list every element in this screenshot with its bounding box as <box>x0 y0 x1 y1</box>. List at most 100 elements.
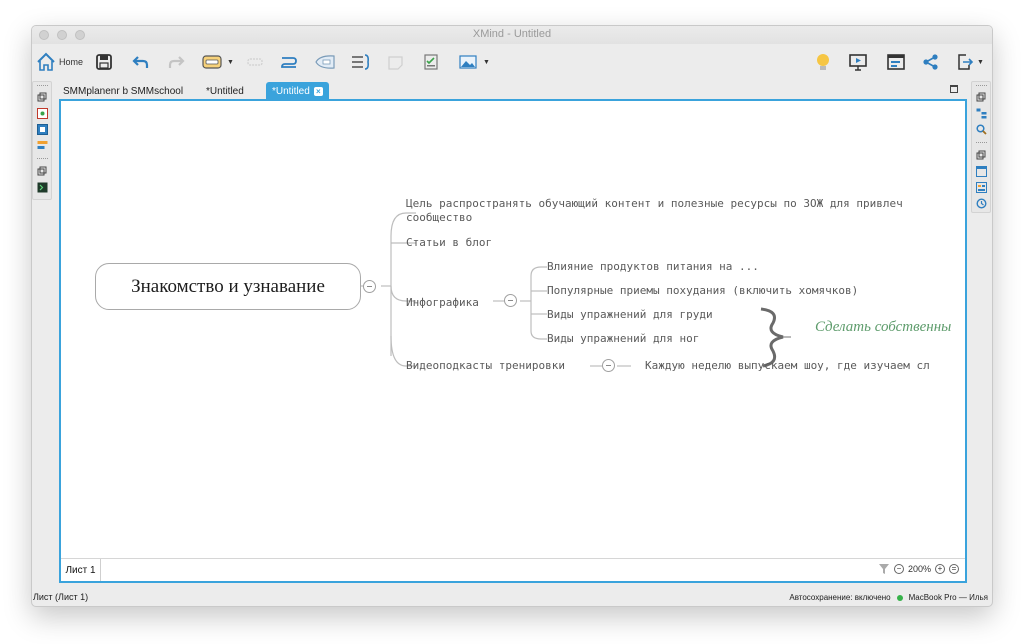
brainstorm-button[interactable] <box>814 50 832 74</box>
console-icon[interactable] <box>37 182 48 193</box>
restore-icon[interactable] <box>37 166 48 177</box>
topic-goal[interactable]: Цель распространять обучающий контент и … <box>406 197 903 211</box>
right-side-panel <box>971 81 991 213</box>
note-icon <box>388 56 403 70</box>
topic-video-detail[interactable]: Каждую неделю выпускаем шоу, где изучаем… <box>645 359 930 373</box>
insert-image-button[interactable]: ▼ <box>458 50 490 74</box>
maximize-editor-button[interactable] <box>950 85 958 93</box>
undo-icon <box>132 56 149 68</box>
relationship-icon <box>281 57 297 68</box>
tab-smmplaner[interactable]: SMMplanenr b SMMschool <box>57 82 189 100</box>
topic-insert-icon <box>202 55 222 69</box>
outline-view-icon[interactable] <box>976 108 987 119</box>
title-bar: XMind - Untitled <box>32 26 992 44</box>
topic-leg-exercises[interactable]: Виды упражнений для ног <box>547 332 699 346</box>
image-icon <box>459 55 477 69</box>
window-title: XMind - Untitled <box>472 28 552 40</box>
restore-icon[interactable] <box>976 92 987 103</box>
sheet-bar: Лист 1 − 200% + = <box>61 558 965 581</box>
summary-topic[interactable]: Сделать собственны <box>815 319 951 336</box>
tab-label: SMMplanenr b SMMschool <box>63 85 184 97</box>
topic-chest-exercises[interactable]: Виды упражнений для груди <box>547 308 713 322</box>
panel-grip[interactable] <box>37 85 48 87</box>
topic-food-influence[interactable]: Влияние продуктов питания на ... <box>547 260 759 274</box>
restore-icon[interactable] <box>37 92 48 103</box>
task-icon <box>424 54 438 70</box>
markers-icon[interactable] <box>37 124 48 135</box>
save-icon <box>96 54 112 70</box>
home-icon <box>37 52 55 71</box>
status-sheet-info: Лист (Лист 1) <box>33 592 89 602</box>
share-icon <box>923 54 938 70</box>
summary-button[interactable] <box>350 50 372 74</box>
zoom-out-icon[interactable]: − <box>893 564 904 574</box>
relationship-button[interactable] <box>279 50 299 74</box>
collapse-toggle[interactable] <box>504 294 517 307</box>
central-topic[interactable]: Знакомство и узнавание <box>95 263 361 310</box>
topic-blog[interactable]: Статьи в блог <box>406 236 492 250</box>
chevron-down-icon: ▼ <box>227 58 234 66</box>
zoom-fit-icon[interactable]: = <box>949 564 959 574</box>
home-button[interactable]: Home <box>36 50 83 74</box>
zoom-controls: − 200% + = <box>878 563 959 575</box>
status-bar: Лист (Лист 1) Автосохранение: включено M… <box>32 588 992 606</box>
chevron-down-icon: ▼ <box>977 58 984 66</box>
tab-untitled-active[interactable]: *Untitled × <box>266 82 329 100</box>
outline-icon <box>887 54 905 70</box>
summary-icon <box>352 54 369 70</box>
topic-video[interactable]: Видеоподкасты тренировки <box>406 359 565 373</box>
main-toolbar: Home ▼ ▼ ▼ <box>32 44 992 80</box>
undo-button[interactable] <box>132 50 150 74</box>
redo-button[interactable] <box>167 50 185 74</box>
home-label: Home <box>59 57 84 67</box>
overview-icon[interactable] <box>37 108 48 119</box>
left-side-panel <box>32 81 52 200</box>
close-tab-icon[interactable]: × <box>313 86 323 96</box>
subtopic-button[interactable] <box>246 50 264 74</box>
revisions-icon[interactable] <box>976 198 987 209</box>
user-device: MacBook Pro — Илья <box>908 593 988 602</box>
tab-label: *Untitled <box>272 85 310 97</box>
subtopic-icon <box>247 58 263 66</box>
task-button[interactable] <box>422 50 440 74</box>
properties-icon[interactable] <box>976 182 987 193</box>
export-icon <box>958 54 974 70</box>
chevron-down-icon: ▼ <box>483 58 490 66</box>
insert-topic-button[interactable]: ▼ <box>202 50 234 74</box>
save-button[interactable] <box>95 50 113 74</box>
search-icon[interactable] <box>976 124 987 135</box>
zoom-level: 200% <box>907 564 931 574</box>
filter-icon[interactable] <box>878 563 890 575</box>
panel-grip[interactable] <box>976 85 987 87</box>
mind-map-canvas[interactable]: Знакомство и узнавание Цель распространя… <box>61 101 965 558</box>
online-status-icon <box>896 594 903 601</box>
share-button[interactable] <box>922 50 940 74</box>
editor-tabs: SMMplanenr b SMMschool *Untitled *Untitl… <box>55 82 972 100</box>
export-button[interactable]: ▼ <box>956 50 984 74</box>
brainstorm-icon <box>817 54 829 70</box>
redo-icon <box>168 56 185 68</box>
autosave-status: Автосохранение: включено <box>789 593 891 602</box>
presentation-icon <box>849 54 867 71</box>
topic-goal-continued[interactable]: сообщество <box>406 211 472 225</box>
styles-icon[interactable] <box>37 140 48 151</box>
sheet-tab[interactable]: Лист 1 <box>61 559 101 581</box>
app-window: XMind - Untitled Home ▼ ▼ ▼ SMMplanenr b… <box>31 25 993 607</box>
panel-grip[interactable] <box>37 158 48 160</box>
outline-button[interactable] <box>886 50 906 74</box>
panel-grip[interactable] <box>976 142 987 144</box>
topic-infographic[interactable]: Инфографика <box>406 296 479 310</box>
note-button[interactable] <box>386 50 406 74</box>
collapse-toggle[interactable] <box>363 280 376 293</box>
boundary-icon <box>315 55 335 69</box>
boundary-button[interactable] <box>314 50 336 74</box>
topic-weight-loss[interactable]: Популярные приемы похудания (включить хо… <box>547 284 858 298</box>
notes-panel-icon[interactable] <box>976 166 987 177</box>
restore-icon[interactable] <box>976 150 987 161</box>
tab-untitled[interactable]: *Untitled <box>200 82 250 100</box>
mind-map-editor: Знакомство и узнавание Цель распространя… <box>59 99 967 583</box>
presentation-button[interactable] <box>848 50 868 74</box>
collapse-toggle[interactable] <box>602 359 615 372</box>
tab-label: *Untitled <box>206 85 244 97</box>
zoom-in-icon[interactable]: + <box>935 564 945 574</box>
